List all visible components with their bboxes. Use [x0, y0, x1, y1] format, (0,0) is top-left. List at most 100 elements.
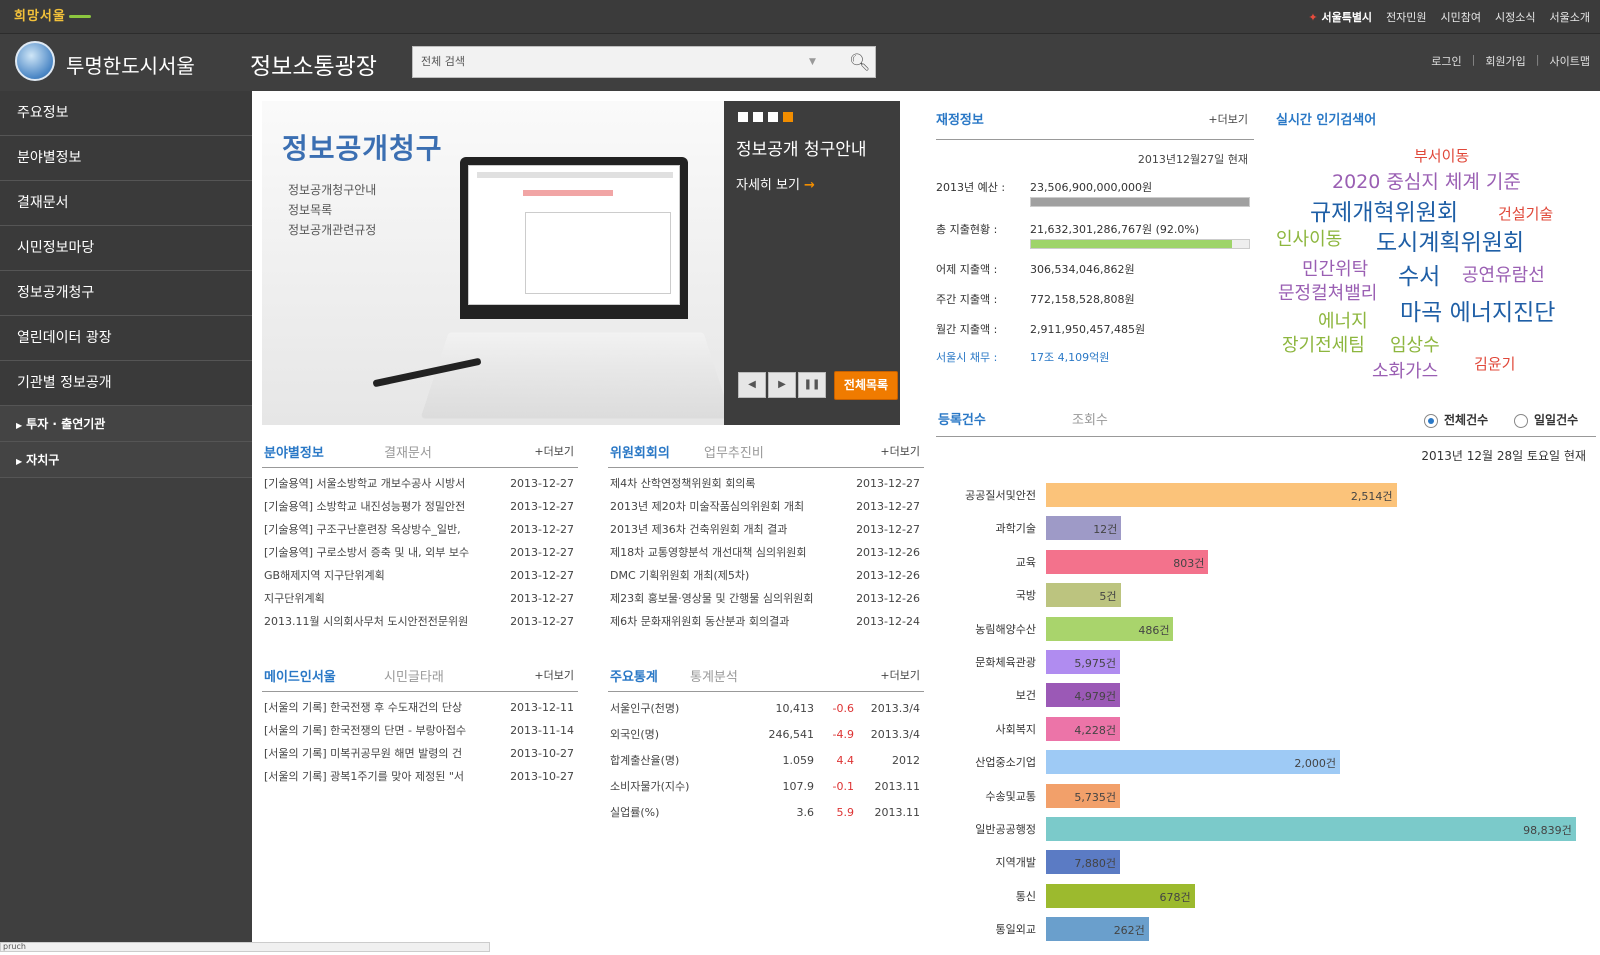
- prev-button[interactable]: ◀: [738, 372, 766, 398]
- detail-link[interactable]: 자세히 보기 →: [736, 174, 815, 193]
- signup-link[interactable]: 회원가입: [1485, 53, 1525, 69]
- list-item[interactable]: [기술용역] 구로소방서 증축 및 내, 외부 보수 2013-12-27: [262, 541, 578, 564]
- list-item[interactable]: [기술용역] 구조구난훈련장 옥상방수_일반, 2013-12-27: [262, 518, 578, 541]
- list-item-title[interactable]: [기술용역] 서울소방학교 개보수공사 시방서: [264, 472, 494, 495]
- stat-row[interactable]: 소비자물가(지수) 107.9 -0.1 2013.11: [608, 774, 924, 800]
- finance-value[interactable]: 17조 4,109억원: [1030, 349, 1109, 365]
- seoul-city-link[interactable]: ✦ 서울특별시: [1308, 9, 1372, 25]
- tab-field-info[interactable]: 분야별정보: [264, 442, 324, 461]
- list-item[interactable]: GB해제지역 지구단위계획 2013-12-27: [262, 564, 578, 587]
- keyword[interactable]: 장기전세팀: [1282, 331, 1365, 357]
- more-link[interactable]: +더보기: [1208, 111, 1248, 127]
- section-title[interactable]: 정보소통광장: [250, 47, 377, 81]
- list-item-title[interactable]: 2013.11월 시의회사무처 도시안전전문위원: [264, 610, 494, 633]
- keyword[interactable]: 민간위탁: [1302, 255, 1368, 281]
- tab-view-count[interactable]: 조회수: [1072, 409, 1108, 428]
- keyword[interactable]: 임상수: [1390, 331, 1440, 357]
- tab-expenses[interactable]: 업무추진비: [704, 442, 764, 461]
- list-item[interactable]: 2013.11월 시의회사무처 도시안전전문위원 2013-12-27: [262, 610, 578, 633]
- list-item-title[interactable]: 제18차 교통영향분석 개선대책 심의위원회: [610, 541, 840, 564]
- tab-stats-analysis[interactable]: 통계분석: [690, 666, 738, 685]
- list-item[interactable]: [기술용역] 서울소방학교 개보수공사 시방서 2013-12-27: [262, 472, 578, 495]
- sidebar-item-main[interactable]: 주요정보: [0, 91, 252, 136]
- slide-dot[interactable]: [753, 112, 763, 122]
- keyword[interactable]: 소화가스: [1372, 357, 1438, 383]
- sidebar-subitem-investment[interactable]: ▶ 투자 · 출연기관: [0, 406, 252, 442]
- stat-row[interactable]: 합계출산율(명) 1.059 4.4 2012: [608, 748, 924, 774]
- list-item-title[interactable]: [기술용역] 구조구난훈련장 옥상방수_일반,: [264, 518, 494, 541]
- list-item-title[interactable]: GB해제지역 지구단위계획: [264, 564, 494, 587]
- list-item[interactable]: 2013년 제36차 건축위원회 개최 결과 2013-12-27: [608, 518, 924, 541]
- tab-registration-count[interactable]: 등록건수: [938, 409, 986, 428]
- top-link-participation[interactable]: 시민참여: [1441, 9, 1481, 25]
- slide-dot[interactable]: [768, 112, 778, 122]
- seoul-emblem-icon[interactable]: [15, 41, 55, 81]
- tab-made-in-seoul[interactable]: 메이드인서울: [264, 666, 336, 685]
- slide-dot-active[interactable]: [783, 112, 793, 122]
- stat-row[interactable]: 서울인구(천명) 10,413 -0.6 2013.3/4: [608, 696, 924, 722]
- sidebar-subitem-district[interactable]: ▶ 자치구: [0, 442, 252, 478]
- keyword[interactable]: 건설기술: [1498, 203, 1553, 224]
- list-item[interactable]: [기술용역] 소방학교 내진성능평가 정밀안전 2013-12-27: [262, 495, 578, 518]
- search-input[interactable]: [421, 54, 781, 67]
- keyword[interactable]: 공연유람선: [1462, 261, 1545, 287]
- finance-heading[interactable]: 재정정보: [936, 109, 984, 128]
- list-item-title[interactable]: 제23회 홍보물·영상물 및 간행물 심의위원회: [610, 587, 840, 610]
- more-link[interactable]: +더보기: [534, 443, 574, 459]
- more-link[interactable]: +더보기: [880, 667, 920, 683]
- login-link[interactable]: 로그인: [1431, 53, 1461, 69]
- list-item[interactable]: [서울의 기록] 미복귀공무원 해면 발령의 건 2013-10-27: [262, 742, 578, 765]
- keyword[interactable]: 에너지: [1318, 307, 1368, 333]
- list-item-title[interactable]: 지구단위계획: [264, 587, 494, 610]
- radio-all[interactable]: 전체건수: [1424, 411, 1488, 428]
- top-link-civil[interactable]: 전자민원: [1386, 9, 1426, 25]
- sidebar-item-disclosure[interactable]: 정보공개청구: [0, 271, 252, 316]
- keyword[interactable]: 규제개혁위원회: [1310, 193, 1458, 227]
- keyword[interactable]: 부서이동: [1414, 145, 1469, 166]
- list-item-title[interactable]: [기술용역] 소방학교 내진성능평가 정밀안전: [264, 495, 494, 518]
- play-button[interactable]: ▶: [768, 372, 796, 398]
- list-item[interactable]: 제23회 홍보물·영상물 및 간행물 심의위원회 2013-12-26: [608, 587, 924, 610]
- list-item-title[interactable]: 제4차 산학연정책위원회 회의록: [610, 472, 840, 495]
- more-link[interactable]: +더보기: [880, 443, 920, 459]
- chevron-down-icon[interactable]: ▼: [809, 57, 816, 67]
- hope-seoul-logo[interactable]: 희망서울: [14, 5, 91, 24]
- tab-key-stats[interactable]: 주요통계: [610, 666, 658, 685]
- site-title[interactable]: 투명한도시서울: [66, 50, 195, 79]
- stat-row[interactable]: 외국인(명) 246,541 -4.9 2013.3/4: [608, 722, 924, 748]
- list-item-title[interactable]: 제6차 문화재위원회 동산분과 회의결과: [610, 610, 840, 633]
- search-icon[interactable]: 🔍︎: [849, 53, 871, 73]
- list-item[interactable]: 제18차 교통영향분석 개선대책 심의위원회 2013-12-26: [608, 541, 924, 564]
- list-item[interactable]: [서울의 기록] 한국전쟁의 단면 - 부랑아접수 2013-11-14: [262, 719, 578, 742]
- sitemap-link[interactable]: 사이트맵: [1550, 53, 1590, 69]
- list-item[interactable]: 2013년 제20차 미술작품심의위원회 개최 2013-12-27: [608, 495, 924, 518]
- keyword[interactable]: 김윤기: [1474, 353, 1515, 374]
- list-item-title[interactable]: [기술용역] 구로소방서 증축 및 내, 외부 보수: [264, 541, 494, 564]
- radio-daily[interactable]: 일일건수: [1514, 411, 1578, 428]
- list-item-title[interactable]: DMC 기획위원회 개최(제5차): [610, 564, 840, 587]
- sidebar-item-citizen[interactable]: 시민정보마당: [0, 226, 252, 271]
- tab-citizen-posts[interactable]: 시민글타래: [384, 666, 444, 685]
- top-link-news[interactable]: 시정소식: [1495, 9, 1535, 25]
- keyword[interactable]: 문정컬쳐밸리: [1278, 279, 1377, 305]
- list-item[interactable]: [서울의 기록] 한국전쟁 후 수도재건의 단상 2013-12-11: [262, 696, 578, 719]
- slide-dot[interactable]: [738, 112, 748, 122]
- keyword[interactable]: 마곡 에너지진단: [1400, 293, 1555, 327]
- list-item-title[interactable]: [서울의 기록] 한국전쟁 후 수도재건의 단상: [264, 696, 494, 719]
- list-item[interactable]: [서울의 기록] 광복1주기를 맞아 제정된 "서 2013-10-27: [262, 765, 578, 788]
- sidebar-item-agency[interactable]: 기관별 정보공개: [0, 361, 252, 406]
- keyword[interactable]: 도시계획위원회: [1376, 223, 1524, 257]
- list-item-title[interactable]: 2013년 제36차 건축위원회 개최 결과: [610, 518, 840, 541]
- list-item[interactable]: 제6차 문화재위원회 동산분과 회의결과 2013-12-24: [608, 610, 924, 633]
- list-item-title[interactable]: 2013년 제20차 미술작품심의위원회 개최: [610, 495, 840, 518]
- more-link[interactable]: +더보기: [534, 667, 574, 683]
- list-item-title[interactable]: [서울의 기록] 미복귀공무원 해면 발령의 건: [264, 742, 494, 765]
- list-item-title[interactable]: [서울의 기록] 광복1주기를 맞아 제정된 "서: [264, 765, 494, 788]
- sidebar-item-documents[interactable]: 결재문서: [0, 181, 252, 226]
- keyword[interactable]: 2020 중심지 체계 기준: [1332, 167, 1521, 194]
- tab-documents[interactable]: 결재문서: [384, 442, 432, 461]
- sidebar-item-opendata[interactable]: 열린데이터 광장: [0, 316, 252, 361]
- sidebar-item-field[interactable]: 분야별정보: [0, 136, 252, 181]
- keyword[interactable]: 수서: [1398, 257, 1440, 291]
- list-all-button[interactable]: 전체목록: [834, 371, 898, 400]
